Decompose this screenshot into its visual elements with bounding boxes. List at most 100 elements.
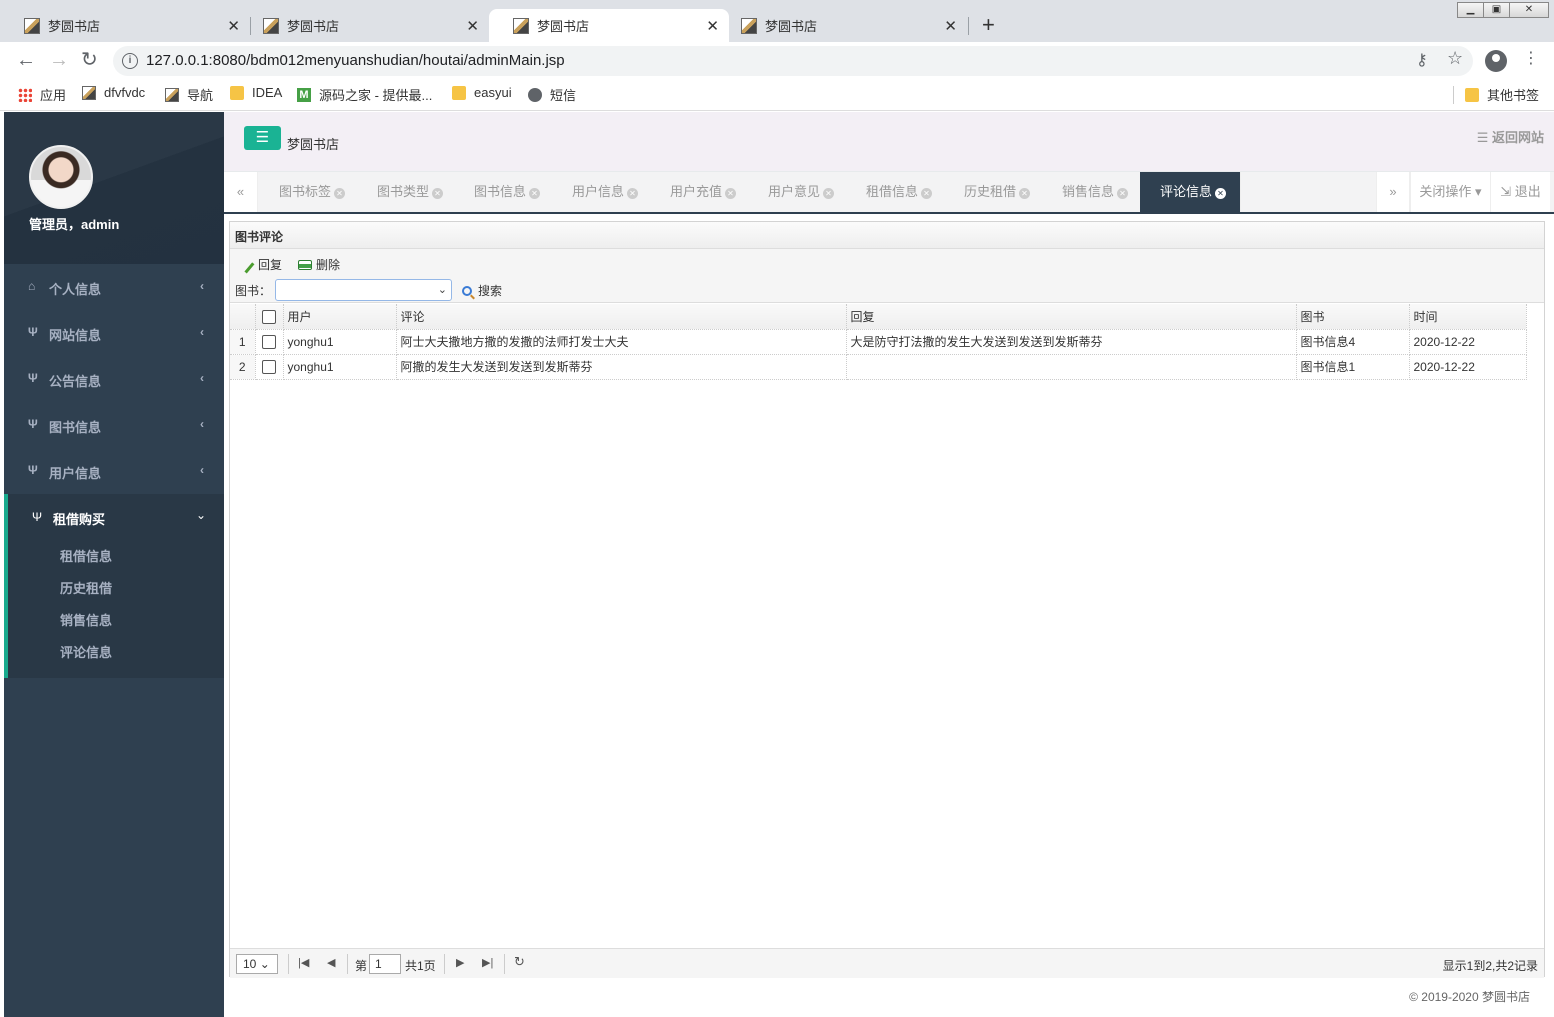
admin-name[interactable]: 管理员，admin	[29, 214, 119, 233]
book-filter-select[interactable]: ⌄	[275, 279, 452, 301]
row-checkbox[interactable]	[255, 354, 284, 380]
sidebar-item-notice[interactable]: Ψ 公告信息 ‹	[4, 356, 224, 402]
sidebar-item-personal[interactable]: ⌂ 个人信息 ‹	[4, 264, 224, 310]
close-circle-icon[interactable]: ✕	[432, 188, 444, 199]
home-icon: ⌂	[28, 279, 36, 293]
select-all-checkbox[interactable]	[255, 304, 284, 330]
reply-button[interactable]: 回复	[237, 256, 282, 273]
column-header-book[interactable]: 图书	[1296, 304, 1410, 330]
tab-book-info[interactable]: 图书信息 ✕	[454, 172, 556, 212]
column-header-user[interactable]: 用户	[283, 304, 397, 330]
new-tab-icon[interactable]: +	[982, 13, 995, 37]
back-icon[interactable]: ←	[16, 49, 36, 71]
browser-tab-3[interactable]: 梦圆书店 ✕	[489, 9, 729, 42]
grid-toolbar: 回复 删除 图书： ⌄ 搜索	[230, 249, 1544, 303]
sidebar-subitem-rent[interactable]: 租借信息	[60, 546, 112, 565]
back-to-site-link[interactable]: ☰ 返回网站	[1477, 127, 1544, 146]
last-page-icon[interactable]: ▶|	[482, 956, 493, 969]
sidebar-item-books[interactable]: Ψ 图书信息 ‹	[4, 402, 224, 448]
bookmark-label: easyui	[474, 85, 512, 100]
avatar[interactable]	[29, 145, 93, 209]
cell-book: 图书信息1	[1296, 354, 1410, 380]
close-circle-icon[interactable]: ✕	[627, 188, 639, 199]
sidebar-item-rent-buy[interactable]: Ψ 租借购买 ⌄ 租借信息 历史租借 销售信息 评论信息	[4, 494, 224, 678]
bookmark-easyui[interactable]: easyui	[452, 85, 512, 100]
bookmark-other[interactable]: 其他书签	[1465, 85, 1539, 104]
close-tab-icon[interactable]: ✕	[466, 17, 479, 35]
delete-button[interactable]: 删除	[298, 256, 340, 273]
tabs-scroll-left-icon[interactable]: «	[224, 172, 258, 212]
bookmark-star-icon[interactable]: ☆	[1447, 48, 1463, 69]
favicon-icon	[741, 17, 757, 34]
tab-rent-history[interactable]: 历史租借 ✕	[944, 172, 1046, 212]
tab-label: 图书标签	[279, 184, 332, 199]
forward-icon[interactable]: →	[49, 49, 69, 71]
column-header-comment[interactable]: 评论	[396, 304, 847, 330]
browser-tab-1[interactable]: 梦圆书店 ✕	[0, 9, 250, 42]
close-circle-icon[interactable]: ✕	[1019, 188, 1031, 199]
close-tab-icon[interactable]: ✕	[944, 17, 957, 35]
bookmark-idea[interactable]: IDEA	[230, 85, 282, 100]
menu-icon[interactable]: ⋮	[1523, 50, 1539, 68]
table-row[interactable]: 1 yonghu1 阿士大夫撒地方撒的发撒的法师打发士大夫 大是防守打法撒的发生…	[230, 329, 1527, 355]
tab-user-info[interactable]: 用户信息 ✕	[552, 172, 654, 212]
browser-tab-2[interactable]: 梦圆书店 ✕	[239, 9, 489, 42]
bookmark-sms[interactable]: 短信	[528, 85, 576, 104]
close-circle-icon[interactable]: ✕	[921, 188, 933, 199]
sidebar-subitem-comments[interactable]: 评论信息	[60, 642, 112, 661]
bookmark-ymzj[interactable]: M 源码之家 - 提供最...	[297, 85, 432, 104]
window-close-icon[interactable]: ✕	[1509, 2, 1549, 18]
sidebar-subitem-sales[interactable]: 销售信息	[60, 610, 112, 629]
close-circle-icon[interactable]: ✕	[1215, 188, 1227, 199]
close-circle-icon[interactable]: ✕	[1117, 188, 1129, 199]
bookmark-nav[interactable]: 导航	[165, 85, 213, 104]
folder-icon	[230, 85, 244, 100]
page-total-label: 共1页	[405, 959, 436, 973]
first-page-icon[interactable]: |◀	[298, 956, 309, 969]
close-circle-icon[interactable]: ✕	[334, 188, 346, 199]
tab-rent-info[interactable]: 租借信息 ✕	[846, 172, 948, 212]
bookmark-apps[interactable]: 应用	[18, 85, 66, 104]
sidebar-subitem-history[interactable]: 历史租借	[60, 578, 112, 597]
tab-comment-info[interactable]: 评论信息 ✕	[1140, 172, 1242, 212]
restore-icon[interactable]: ▣	[1483, 2, 1510, 18]
favicon-icon	[513, 17, 529, 34]
close-operations-dropdown[interactable]: 关闭操作 ▾	[1410, 172, 1490, 212]
row-checkbox[interactable]	[255, 329, 284, 355]
sidebar-item-website[interactable]: Ψ 网站信息 ‹	[4, 310, 224, 356]
page-size-select[interactable]: 10 ⌄	[236, 954, 278, 974]
profile-icon[interactable]	[1485, 50, 1507, 72]
tab-book-types[interactable]: 图书类型 ✕	[357, 172, 459, 212]
tab-sales-info[interactable]: 销售信息 ✕	[1042, 172, 1144, 212]
next-page-icon[interactable]: ▶	[456, 956, 464, 969]
tab-user-feedback[interactable]: 用户意见 ✕	[748, 172, 850, 212]
bookmark-dfvfvdc[interactable]: dfvfvdc	[82, 85, 145, 100]
pagination-bar: 10 ⌄ |◀ ◀ 第 1 共1页 ▶ ▶| ↻ 显示1到2,共2记录	[230, 948, 1544, 978]
key-icon[interactable]: ⚷	[1416, 50, 1428, 70]
tab-separator	[968, 17, 969, 35]
column-header-time[interactable]: 时间	[1409, 304, 1527, 330]
site-info-icon[interactable]: i	[122, 53, 138, 69]
search-button[interactable]: 搜索	[462, 282, 502, 299]
address-bar[interactable]: i 127.0.0.1:8080/bdm012menyuanshudian/ho…	[113, 46, 1473, 76]
menu-toggle-button[interactable]: ☰	[244, 126, 281, 150]
table-row[interactable]: 2 yonghu1 阿撒的发生大发送到发送到发斯蒂芬 图书信息1 2020-12…	[230, 354, 1527, 380]
close-circle-icon[interactable]: ✕	[823, 188, 835, 199]
tabs-scroll-right-icon[interactable]: »	[1376, 172, 1410, 212]
url-text[interactable]: 127.0.0.1:8080/bdm012menyuanshudian/hout…	[146, 52, 565, 69]
close-circle-icon[interactable]: ✕	[529, 188, 541, 199]
minimize-icon[interactable]: ▁	[1457, 2, 1484, 18]
refresh-icon[interactable]: ↻	[514, 954, 525, 970]
tab-book-tags[interactable]: 图书标签 ✕	[259, 172, 361, 212]
reload-icon[interactable]: ↻	[81, 49, 98, 71]
prev-page-icon[interactable]: ◀	[327, 956, 335, 969]
browser-tab-4[interactable]: 梦圆书店 ✕	[717, 9, 967, 42]
sidebar-item-label: 网站信息	[49, 328, 102, 343]
logout-button[interactable]: ⇲ 退出	[1490, 172, 1550, 212]
tab-user-recharge[interactable]: 用户充值 ✕	[650, 172, 752, 212]
bookmark-separator	[1453, 86, 1454, 104]
sidebar-item-users[interactable]: Ψ 用户信息 ‹	[4, 448, 224, 494]
close-circle-icon[interactable]: ✕	[725, 188, 737, 199]
column-header-reply[interactable]: 回复	[846, 304, 1297, 330]
page-number-input[interactable]: 1	[369, 954, 401, 974]
